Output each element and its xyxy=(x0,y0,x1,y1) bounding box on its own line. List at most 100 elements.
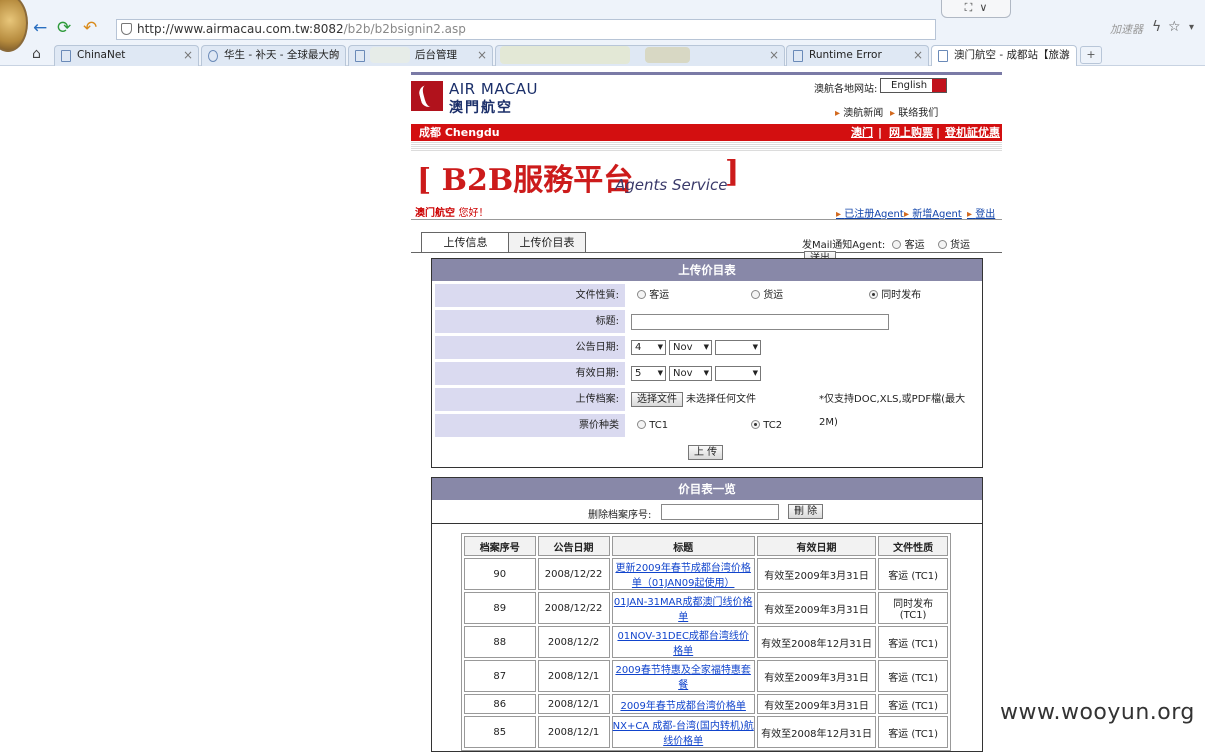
add-agent-link[interactable]: ▸ 新增Agent xyxy=(904,205,962,220)
boarding-offer-link[interactable]: 登机証优惠 xyxy=(945,124,1000,141)
cell-id: 89 xyxy=(464,592,536,624)
language-select[interactable]: English xyxy=(880,78,947,93)
star-page-icon xyxy=(208,50,218,62)
lightning-icon[interactable]: ϟ xyxy=(1152,19,1161,35)
bracket: ] xyxy=(725,155,740,190)
valid-date-row: 有效日期: 5 Nov xyxy=(435,362,979,385)
new-tab-button[interactable]: + xyxy=(1080,46,1102,64)
tab-butian[interactable]: 华生 - 补天 - 全球最大的 × xyxy=(201,45,346,66)
page-icon xyxy=(793,50,803,62)
logout-link[interactable]: ▸ 登出 xyxy=(967,205,995,220)
redaction-blur xyxy=(500,46,630,64)
cell-title-link[interactable]: 更新2009年春节成都台湾价格单（01JAN09起使用） xyxy=(615,563,750,589)
pub-year-select[interactable] xyxy=(715,340,761,355)
registered-agent-link[interactable]: ▸ 已注册Agent xyxy=(836,205,904,220)
tab-airmacau[interactable]: 澳门航空 - 成都站【旅游 × xyxy=(931,45,1077,66)
tc1-radio[interactable] xyxy=(637,420,646,429)
home-icon[interactable]: ⌂ xyxy=(32,46,41,62)
close-icon[interactable]: × xyxy=(330,46,340,65)
cell-title-link[interactable]: NX+CA 成都-台湾(国内转机)航线价格单 xyxy=(613,721,754,747)
cell-title-link[interactable]: 2009春节特惠及全家福特惠套餐 xyxy=(615,665,750,691)
file-type-row: 文件性質: 客运 货运 同时发布 xyxy=(435,284,979,307)
window-control-button[interactable]: ⛶ ∨ xyxy=(941,0,1011,18)
tab-chinanet[interactable]: ChinaNet × xyxy=(54,45,199,66)
cell-valid: 有效至2009年3月31日 xyxy=(756,694,877,714)
tab-label: 后台管理 xyxy=(415,49,457,61)
tc2-radio[interactable] xyxy=(751,420,760,429)
cell-date: 2008/12/2 xyxy=(537,626,610,658)
tab-label: 澳门航空 - 成都站【旅游 xyxy=(954,49,1070,61)
passenger-label: 客运 xyxy=(649,290,670,301)
subject-input[interactable] xyxy=(631,314,889,330)
accelerator-label[interactable]: 加速器 xyxy=(1110,21,1143,37)
macau-link[interactable]: 澳门 xyxy=(851,124,873,141)
greeting: 澳门航空 您好！ xyxy=(415,204,488,219)
upload-panel-title: 上传价目表 xyxy=(432,259,982,281)
col-header: 公告日期 xyxy=(537,536,610,556)
cell-title-link[interactable]: 01NOV-31DEC成都台湾线价格单 xyxy=(617,631,749,657)
logo-en: AIR MACAU xyxy=(449,80,539,98)
cell-date: 2008/12/22 xyxy=(537,592,610,624)
cell-type: 客运 (TC1) xyxy=(878,660,948,692)
cell-type: 客运 (TC1) xyxy=(878,558,948,590)
cell-valid: 有效至2008年12月31日 xyxy=(756,716,877,748)
tab-runtime-error[interactable]: Runtime Error × xyxy=(786,45,929,66)
mail-passenger-radio[interactable] xyxy=(892,240,902,249)
cell-title-link[interactable]: 2009年春节成都台湾价格单 xyxy=(620,701,745,712)
fare-table: 档案序号 公告日期 标题 有效日期 文件性质 90 2008/12/22 更新2… xyxy=(461,533,951,751)
col-header: 有效日期 xyxy=(756,536,877,556)
fare-label: 票价种类 xyxy=(435,414,625,437)
delete-id-input[interactable] xyxy=(661,504,779,520)
online-booking-link[interactable]: 网上购票 xyxy=(889,124,933,141)
tab-label: ChinaNet xyxy=(77,49,126,61)
separator: | xyxy=(878,126,883,139)
b2b-subtitle: Agents Service xyxy=(615,176,728,194)
close-icon[interactable]: × xyxy=(913,46,923,65)
back-icon[interactable]: ← xyxy=(33,18,47,38)
mail-cargo-radio[interactable] xyxy=(937,240,947,249)
list-panel: 价目表一览 删除档案序号: 刪 除 档案序号 公告日期 标题 有效日期 文件性质… xyxy=(431,477,983,752)
delete-button[interactable]: 刪 除 xyxy=(788,504,824,519)
b2b-title-text: B2B服務平台 xyxy=(441,163,634,198)
cargo-radio[interactable] xyxy=(751,290,760,299)
both-label: 同时发布 xyxy=(881,290,922,301)
star-icon[interactable]: ☆ xyxy=(1168,19,1181,35)
pub-day-select[interactable]: 4 xyxy=(631,340,666,355)
pub-month-select[interactable]: Nov xyxy=(669,340,712,355)
refresh-icon[interactable]: ⟳ xyxy=(57,18,71,38)
redaction-blur xyxy=(645,47,690,63)
page-icon xyxy=(61,50,71,62)
tab-upload-info[interactable]: 上传信息 xyxy=(421,232,510,252)
tab-upload-fare[interactable]: 上传价目表 xyxy=(508,232,586,252)
choose-file-button[interactable]: 选择文件 xyxy=(631,392,683,407)
cell-valid: 有效至2009年3月31日 xyxy=(756,558,877,590)
passenger-radio[interactable] xyxy=(637,290,646,299)
close-icon[interactable]: × xyxy=(477,46,487,65)
contact-link[interactable]: ▸ 联络我们 xyxy=(890,104,938,119)
upload-button[interactable]: 上 传 xyxy=(688,445,724,460)
valid-date-label: 有效日期: xyxy=(435,362,625,385)
undo-icon[interactable]: ↶ xyxy=(83,18,97,38)
cell-valid: 有效至2009年3月31日 xyxy=(756,592,877,624)
url-path: /b2b/b2bsignin2.asp xyxy=(343,22,466,36)
both-radio[interactable] xyxy=(869,290,878,299)
menu-icon[interactable]: ▾ xyxy=(1189,22,1194,33)
table-row: 88 2008/12/2 01NOV-31DEC成都台湾线价格单 有效至2008… xyxy=(464,626,948,658)
close-icon[interactable]: × xyxy=(769,46,779,65)
cell-id: 85 xyxy=(464,716,536,748)
valid-month-select[interactable]: Nov xyxy=(669,366,712,381)
cell-date: 2008/12/1 xyxy=(537,716,610,748)
valid-day-select[interactable]: 5 xyxy=(631,366,666,381)
news-link[interactable]: ▸ 澳航新闻 xyxy=(835,104,883,119)
cell-title-link[interactable]: 01JAN-31MAR成都澳门线价格单 xyxy=(614,597,753,623)
url-host: http://www.airmacau.com.tw:8082 xyxy=(137,22,344,36)
close-icon[interactable]: × xyxy=(183,46,193,65)
redaction-blur xyxy=(370,47,410,63)
close-icon[interactable]: × xyxy=(1061,46,1071,65)
valid-year-select[interactable] xyxy=(715,366,761,381)
air-macau-logo xyxy=(411,81,443,111)
address-bar[interactable]: http://www.airmacau.com.tw:8082/b2b/b2bs… xyxy=(116,19,936,40)
header-band xyxy=(411,72,1002,75)
station-bar: 成都 Chengdu 澳门 | 网上购票 | 登机証优惠 xyxy=(411,124,1002,141)
greeting-brand: 澳门航空 xyxy=(415,208,455,219)
